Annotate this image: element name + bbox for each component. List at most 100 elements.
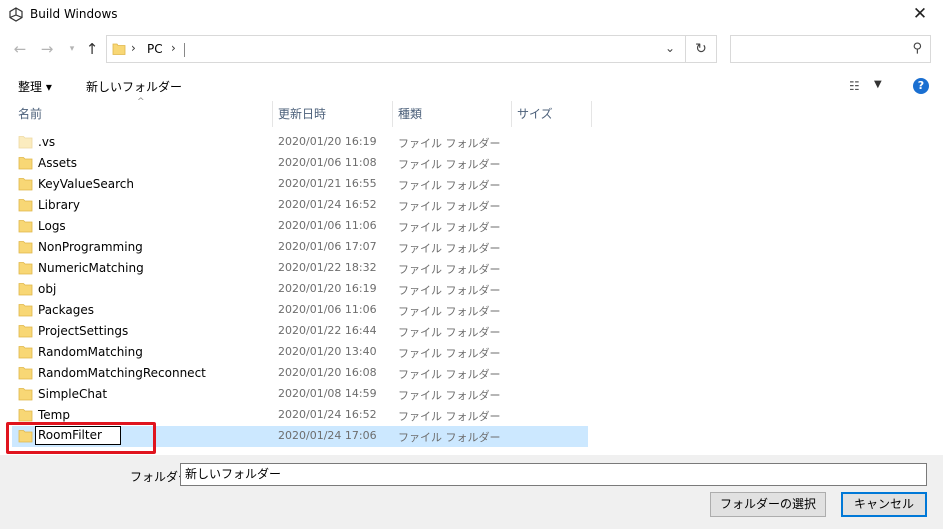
file-type: ファイル フォルダー bbox=[398, 263, 501, 276]
column-header: ^ 名前 更新日時 種類 サイズ bbox=[0, 97, 943, 127]
column-date[interactable]: 更新日時 bbox=[272, 101, 392, 127]
file-type: ファイル フォルダー bbox=[398, 137, 501, 150]
file-type: ファイル フォルダー bbox=[398, 326, 501, 339]
refresh-button[interactable]: ↻ bbox=[686, 35, 717, 63]
file-name: Assets bbox=[38, 156, 78, 170]
file-type: ファイル フォルダー bbox=[398, 284, 501, 297]
file-name: Temp bbox=[38, 408, 70, 422]
file-date: 2020/01/22 16:44 bbox=[278, 324, 377, 337]
file-name: Library bbox=[38, 198, 80, 212]
file-list: .vs 2020/01/20 16:19 ファイル フォルダー Assets 2020/… bbox=[0, 132, 943, 450]
file-type: ファイル フォルダー bbox=[398, 242, 501, 255]
file-type: ファイル フォルダー bbox=[398, 158, 501, 171]
file-name: Packages bbox=[38, 303, 94, 317]
arrow-right-icon: → bbox=[40, 40, 54, 58]
file-row[interactable]: Packages 2020/01/06 11:06 ファイル フォルダー bbox=[12, 300, 588, 321]
file-type: ファイル フォルダー bbox=[398, 368, 501, 381]
folder-icon bbox=[112, 43, 126, 55]
cancel-button[interactable]: キャンセル bbox=[841, 492, 927, 517]
search-box[interactable]: ⚲ bbox=[730, 35, 931, 63]
annotation-highlight-box bbox=[6, 422, 156, 454]
organize-menu[interactable]: 整理 ▾ bbox=[18, 78, 52, 95]
file-row[interactable]: Assets 2020/01/06 11:08 ファイル フォルダー bbox=[12, 153, 588, 174]
select-folder-button[interactable]: フォルダーの選択 bbox=[710, 492, 826, 517]
file-type: ファイル フォルダー bbox=[398, 410, 501, 423]
column-divider[interactable] bbox=[591, 101, 592, 127]
folder-icon bbox=[18, 199, 33, 212]
arrow-up-icon: ↑ bbox=[85, 40, 99, 58]
file-type: ファイル フォルダー bbox=[398, 305, 501, 318]
breadcrumb-separator[interactable]: › bbox=[171, 41, 176, 55]
file-type: ファイル フォルダー bbox=[398, 179, 501, 192]
file-type: ファイル フォルダー bbox=[398, 221, 501, 234]
view-dropdown-icon[interactable]: ▼ bbox=[874, 79, 882, 90]
new-folder-button[interactable]: 新しいフォルダー bbox=[86, 78, 182, 95]
close-icon: ✕ bbox=[912, 4, 928, 24]
file-name: ProjectSettings bbox=[38, 324, 129, 338]
close-button[interactable]: ✕ bbox=[897, 0, 943, 30]
file-name: RandomMatchingReconnect bbox=[38, 366, 206, 380]
file-date: 2020/01/06 11:06 bbox=[278, 219, 377, 232]
unity-logo-icon bbox=[9, 7, 23, 22]
file-row[interactable]: .vs 2020/01/20 16:19 ファイル フォルダー bbox=[12, 132, 588, 153]
folder-icon bbox=[18, 283, 33, 296]
view-options-icon[interactable]: ☷ bbox=[849, 79, 860, 93]
help-icon[interactable]: ? bbox=[913, 78, 929, 94]
address-dropdown-icon[interactable]: ⌄ bbox=[665, 41, 675, 55]
text-cursor bbox=[184, 43, 185, 57]
file-row[interactable]: SimpleChat 2020/01/08 14:59 ファイル フォルダー bbox=[12, 384, 588, 405]
file-name: RandomMatching bbox=[38, 345, 143, 359]
file-date: 2020/01/20 16:19 bbox=[278, 135, 377, 148]
file-date: 2020/01/06 11:08 bbox=[278, 156, 377, 169]
file-name: NumericMatching bbox=[38, 261, 144, 275]
file-name: NonProgramming bbox=[38, 240, 143, 254]
folder-icon bbox=[18, 136, 33, 149]
window-title: Build Windows bbox=[30, 7, 118, 21]
up-button[interactable]: ↑ bbox=[82, 38, 102, 60]
folder-icon bbox=[18, 367, 33, 380]
recent-locations-button[interactable]: ▾ bbox=[62, 38, 82, 60]
file-date: 2020/01/20 13:40 bbox=[278, 345, 377, 358]
search-icon: ⚲ bbox=[912, 41, 922, 56]
back-button[interactable]: ← bbox=[10, 38, 30, 60]
file-date: 2020/01/20 16:08 bbox=[278, 366, 377, 379]
folder-icon bbox=[18, 157, 33, 170]
folder-icon bbox=[18, 388, 33, 401]
navigation-bar: ← → ▾ ↑ › PC › ⌄ ↻ ⚲ bbox=[0, 32, 943, 66]
file-row[interactable]: Library 2020/01/24 16:52 ファイル フォルダー bbox=[12, 195, 588, 216]
file-date: 2020/01/24 17:06 bbox=[278, 429, 377, 442]
file-date: 2020/01/24 16:52 bbox=[278, 198, 377, 211]
file-row[interactable]: RandomMatchingReconnect 2020/01/20 16:08 フ… bbox=[12, 363, 588, 384]
folder-name-input[interactable]: 新しいフォルダー bbox=[180, 463, 927, 486]
folder-icon bbox=[18, 178, 33, 191]
file-type: ファイル フォルダー bbox=[398, 389, 501, 402]
file-row[interactable]: NonProgramming 2020/01/06 17:07 ファイル フォルダー bbox=[12, 237, 588, 258]
breadcrumb-separator: › bbox=[131, 41, 136, 55]
file-date: 2020/01/20 16:19 bbox=[278, 282, 377, 295]
file-date: 2020/01/24 16:52 bbox=[278, 408, 377, 421]
file-name: KeyValueSearch bbox=[38, 177, 134, 191]
folder-icon bbox=[18, 409, 33, 422]
file-row[interactable]: NumericMatching 2020/01/22 18:32 ファイル フォルダ… bbox=[12, 258, 588, 279]
file-row[interactable]: RandomMatching 2020/01/20 13:40 ファイル フォルダー bbox=[12, 342, 588, 363]
file-name: .vs bbox=[38, 135, 56, 149]
column-name[interactable]: 名前 bbox=[12, 101, 272, 127]
file-row[interactable]: Logs 2020/01/06 11:06 ファイル フォルダー bbox=[12, 216, 588, 237]
file-row[interactable]: KeyValueSearch 2020/01/21 16:55 ファイル フォルダー bbox=[12, 174, 588, 195]
address-bar[interactable]: › PC › ⌄ bbox=[106, 35, 686, 63]
file-date: 2020/01/21 16:55 bbox=[278, 177, 377, 190]
file-dialog: Build Windows ✕ ← → ▾ ↑ › PC › ⌄ ↻ ⚲ 整理 … bbox=[0, 0, 943, 529]
title-bar: Build Windows ✕ bbox=[0, 0, 943, 30]
file-row[interactable]: ProjectSettings 2020/01/22 16:44 ファイル フォルダ… bbox=[12, 321, 588, 342]
column-type[interactable]: 種類 bbox=[392, 101, 511, 127]
file-row[interactable]: obj 2020/01/20 16:19 ファイル フォルダー bbox=[12, 279, 588, 300]
breadcrumb-pc[interactable]: PC bbox=[147, 42, 163, 56]
file-date: 2020/01/06 11:06 bbox=[278, 303, 377, 316]
forward-button[interactable]: → bbox=[37, 38, 57, 60]
dialog-footer: フォルダー: 新しいフォルダー フォルダーの選択 キャンセル bbox=[0, 455, 943, 529]
arrow-left-icon: ← bbox=[13, 40, 27, 58]
file-date: 2020/01/22 18:32 bbox=[278, 261, 377, 274]
file-date: 2020/01/06 17:07 bbox=[278, 240, 377, 253]
folder-icon bbox=[18, 220, 33, 233]
column-size[interactable]: サイズ bbox=[511, 101, 591, 127]
